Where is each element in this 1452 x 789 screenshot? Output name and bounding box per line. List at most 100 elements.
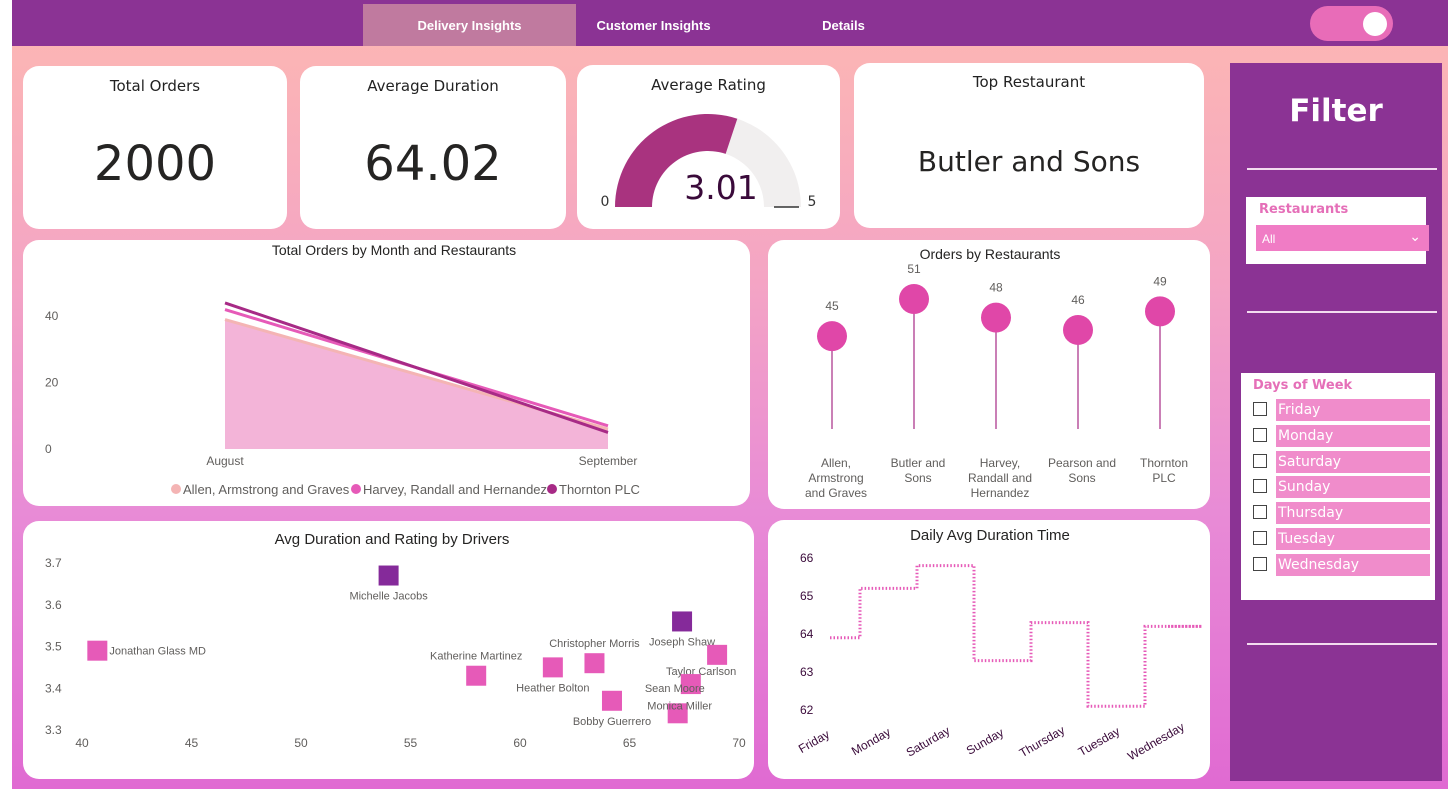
day-item-wednesday[interactable]: Wednesday — [1253, 554, 1431, 576]
category-label: Hernandez — [971, 486, 1030, 500]
chevron-down-icon: ⌄ — [1409, 228, 1421, 244]
category-label: Allen, — [821, 456, 851, 470]
day-item-saturday[interactable]: Saturday — [1253, 451, 1431, 473]
area-chart-title: Total Orders by Month and Restaurants — [272, 242, 516, 258]
tab-delivery-insights[interactable]: Delivery Insights — [363, 4, 576, 46]
x-tick-label: Saturday — [904, 723, 953, 759]
driver-label: Bobby Guerrero — [573, 716, 651, 728]
day-label: Sunday — [1276, 476, 1430, 498]
total-orders-title: Total Orders — [109, 77, 201, 95]
category-label: Armstrong — [808, 471, 863, 485]
day-label: Monday — [1276, 425, 1430, 447]
category-label: and Graves — [805, 486, 867, 500]
y-tick-label: 64 — [800, 627, 814, 641]
tab-customer-insights[interactable]: Customer Insights — [547, 4, 760, 46]
dashboard: Delivery Insights Customer Insights Deta… — [12, 0, 1448, 789]
average-duration-card: Average Duration 64.02 — [300, 66, 566, 229]
tab-details[interactable]: Details — [737, 4, 950, 46]
checkbox[interactable] — [1253, 428, 1267, 442]
orders-by-restaurants-card: Orders by Restaurants 45 Allen, Armstrong a… — [768, 240, 1210, 509]
average-duration-value: 64.02 — [364, 136, 502, 192]
lollipop-head — [981, 302, 1011, 333]
gauge-min-label: 0 — [601, 194, 610, 210]
x-tick-label: 40 — [75, 736, 89, 750]
x-tick-label: Thursday — [1017, 723, 1067, 760]
drivers-scatter-card: Avg Duration and Rating by Drivers 3.3 3.… — [23, 521, 754, 779]
day-label: Thursday — [1276, 502, 1430, 524]
driver-label: Michelle Jacobs — [349, 591, 428, 603]
y-tick-label: 65 — [800, 589, 814, 603]
driver-label: Taylor Carlson — [666, 666, 736, 678]
data-label: 48 — [989, 281, 1003, 295]
driver-point — [584, 653, 605, 674]
checkbox[interactable] — [1253, 531, 1267, 545]
legend-marker — [351, 484, 361, 494]
day-label: Saturday — [1276, 451, 1430, 473]
orders-by-restaurants-chart: Orders by Restaurants 45 Allen,Armstronga… — [805, 246, 1188, 500]
restaurants-slicer: Restaurants All ⌄ — [1246, 197, 1429, 264]
day-item-sunday[interactable]: Sunday — [1253, 476, 1431, 498]
y-tick-label: 0 — [45, 442, 52, 456]
day-item-tuesday[interactable]: Tuesday — [1253, 528, 1431, 550]
data-label: 45 — [825, 299, 839, 313]
filter-divider-3 — [1247, 643, 1437, 645]
driver-point — [707, 644, 728, 665]
restaurants-label: Restaurants — [1259, 202, 1349, 217]
checkbox[interactable] — [1253, 454, 1267, 468]
driver-point — [542, 657, 563, 678]
day-item-thursday[interactable]: Thursday — [1253, 502, 1431, 524]
x-tick-label: Wednesday — [1125, 720, 1187, 764]
legend-label: Harvey, Randall and Hernandez — [363, 482, 547, 497]
x-tick-label: August — [206, 454, 244, 468]
y-tick-label: 3.3 — [45, 723, 62, 737]
days-of-week-label: Days of Week — [1253, 378, 1353, 393]
x-tick-label: 50 — [294, 736, 308, 750]
total-orders-value: 2000 — [93, 136, 217, 192]
checkbox[interactable] — [1253, 402, 1267, 416]
checkbox[interactable] — [1253, 505, 1267, 519]
lollipop-head — [1145, 296, 1175, 327]
x-tick-label: 60 — [513, 736, 527, 750]
y-tick-label: 3.6 — [45, 598, 62, 612]
x-tick-label: Monday — [849, 725, 893, 758]
x-tick-label: 45 — [185, 736, 199, 750]
y-tick-label: 3.7 — [45, 556, 62, 570]
daily-duration-card: Daily Avg Duration Time 62 63 64 65 66 Friday… — [768, 520, 1210, 779]
average-rating-card: Average Rating 3.01 0 5 — [577, 65, 840, 229]
filter-title: Filter — [1289, 93, 1383, 129]
orders-by-month-chart: Total Orders by Month and Restaurants 0 2… — [45, 242, 640, 497]
y-tick-label: 20 — [45, 376, 59, 390]
y-tick-label: 3.5 — [45, 640, 62, 654]
y-tick-label: 40 — [45, 309, 59, 323]
driver-label: Heather Bolton — [516, 682, 589, 694]
legend-marker — [171, 484, 181, 494]
category-label: Pearson and — [1048, 456, 1116, 470]
daily-duration-chart: Daily Avg Duration Time 62 63 64 65 66 Friday… — [796, 527, 1202, 764]
x-tick-label: September — [579, 454, 638, 468]
category-label: Sons — [1068, 471, 1095, 485]
duration-step-line — [830, 564, 1202, 708]
lollipop-head — [1063, 314, 1093, 345]
driver-label: Christopher Morris — [549, 638, 640, 650]
days-of-week-slicer: Days of Week Friday Monday Saturday Sund… — [1241, 373, 1435, 600]
driver-label: Jonathan Glass MD — [109, 646, 206, 658]
orders-by-month-card: Total Orders by Month and Restaurants 0 2… — [23, 240, 750, 506]
driver-point — [378, 565, 399, 586]
x-tick-label: Tuesday — [1076, 724, 1122, 759]
data-label: 49 — [1153, 274, 1167, 288]
checkbox[interactable] — [1253, 557, 1267, 571]
day-item-friday[interactable]: Friday — [1253, 399, 1431, 421]
checkbox[interactable] — [1253, 479, 1267, 493]
top-navigation-bar: Delivery Insights Customer Insights Deta… — [12, 0, 1448, 46]
x-tick-label: Friday — [796, 727, 832, 756]
theme-toggle[interactable] — [1310, 6, 1393, 41]
lollipop-head — [899, 284, 929, 314]
category-label: Randall and — [968, 471, 1032, 485]
x-tick-label: 55 — [404, 736, 418, 750]
top-restaurant-value: Butler and Sons — [917, 145, 1141, 178]
y-tick-label: 63 — [800, 665, 814, 679]
driver-label: Monica Miller — [647, 700, 712, 712]
restaurants-dropdown[interactable]: All ⌄ — [1256, 225, 1429, 251]
average-rating-value: 3.01 — [684, 168, 757, 207]
day-item-monday[interactable]: Monday — [1253, 425, 1431, 447]
